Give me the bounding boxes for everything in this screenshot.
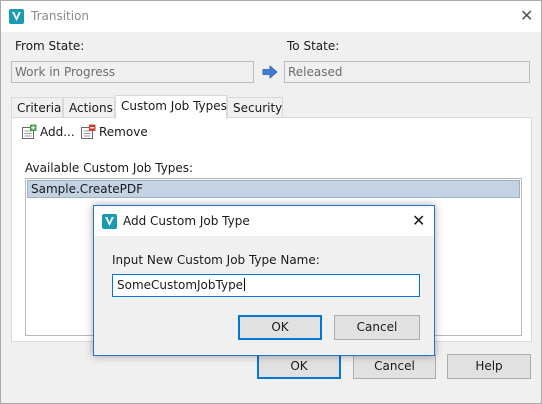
vault-app-icon xyxy=(102,214,117,229)
dialog-titlebar[interactable]: Add Custom Job Type ✕ xyxy=(94,206,434,236)
add-icon xyxy=(21,124,40,140)
available-list-label: Available Custom Job Types: xyxy=(25,161,194,175)
remove-button[interactable]: Remove xyxy=(80,122,148,142)
add-label: Add... xyxy=(40,125,75,139)
close-icon[interactable]: ✕ xyxy=(412,213,425,229)
from-state-field: Work in Progress xyxy=(11,61,254,83)
close-icon[interactable]: ✕ xyxy=(520,8,533,24)
remove-label: Remove xyxy=(99,125,148,139)
to-state-field: Released xyxy=(284,61,530,83)
list-item[interactable]: Sample.CreatePDF xyxy=(27,180,520,198)
tab-custom-job-types[interactable]: Custom Job Types xyxy=(115,95,227,119)
dialog-title: Add Custom Job Type xyxy=(123,214,250,228)
to-state-label: To State: xyxy=(287,39,340,53)
window-titlebar[interactable]: Transition ✕ xyxy=(1,1,541,32)
input-value: SomeCustomJobType xyxy=(117,278,244,292)
tab-criteria[interactable]: Criteria xyxy=(11,97,63,118)
job-type-name-input[interactable]: SomeCustomJobType xyxy=(112,274,420,297)
add-custom-job-type-dialog: Add Custom Job Type ✕ Input New Custom J… xyxy=(93,205,435,356)
from-state-label: From State: xyxy=(15,39,85,53)
tab-actions[interactable]: Actions xyxy=(63,97,115,118)
tab-security[interactable]: Security xyxy=(227,97,283,118)
window-title: Transition xyxy=(31,9,90,23)
transition-window: Transition ✕ From State: Work in Progres… xyxy=(0,0,542,404)
arrow-right-icon xyxy=(262,65,278,79)
vault-app-icon xyxy=(9,9,24,24)
add-button[interactable]: Add... xyxy=(21,122,75,142)
text-caret xyxy=(244,278,246,291)
ok-button[interactable]: OK xyxy=(257,354,341,379)
cancel-button[interactable]: Cancel xyxy=(353,354,436,379)
help-button[interactable]: Help xyxy=(447,354,531,379)
dialog-cancel-button[interactable]: Cancel xyxy=(334,315,420,340)
remove-icon xyxy=(80,124,99,140)
dialog-ok-button[interactable]: OK xyxy=(238,315,322,340)
dialog-prompt: Input New Custom Job Type Name: xyxy=(112,253,320,267)
